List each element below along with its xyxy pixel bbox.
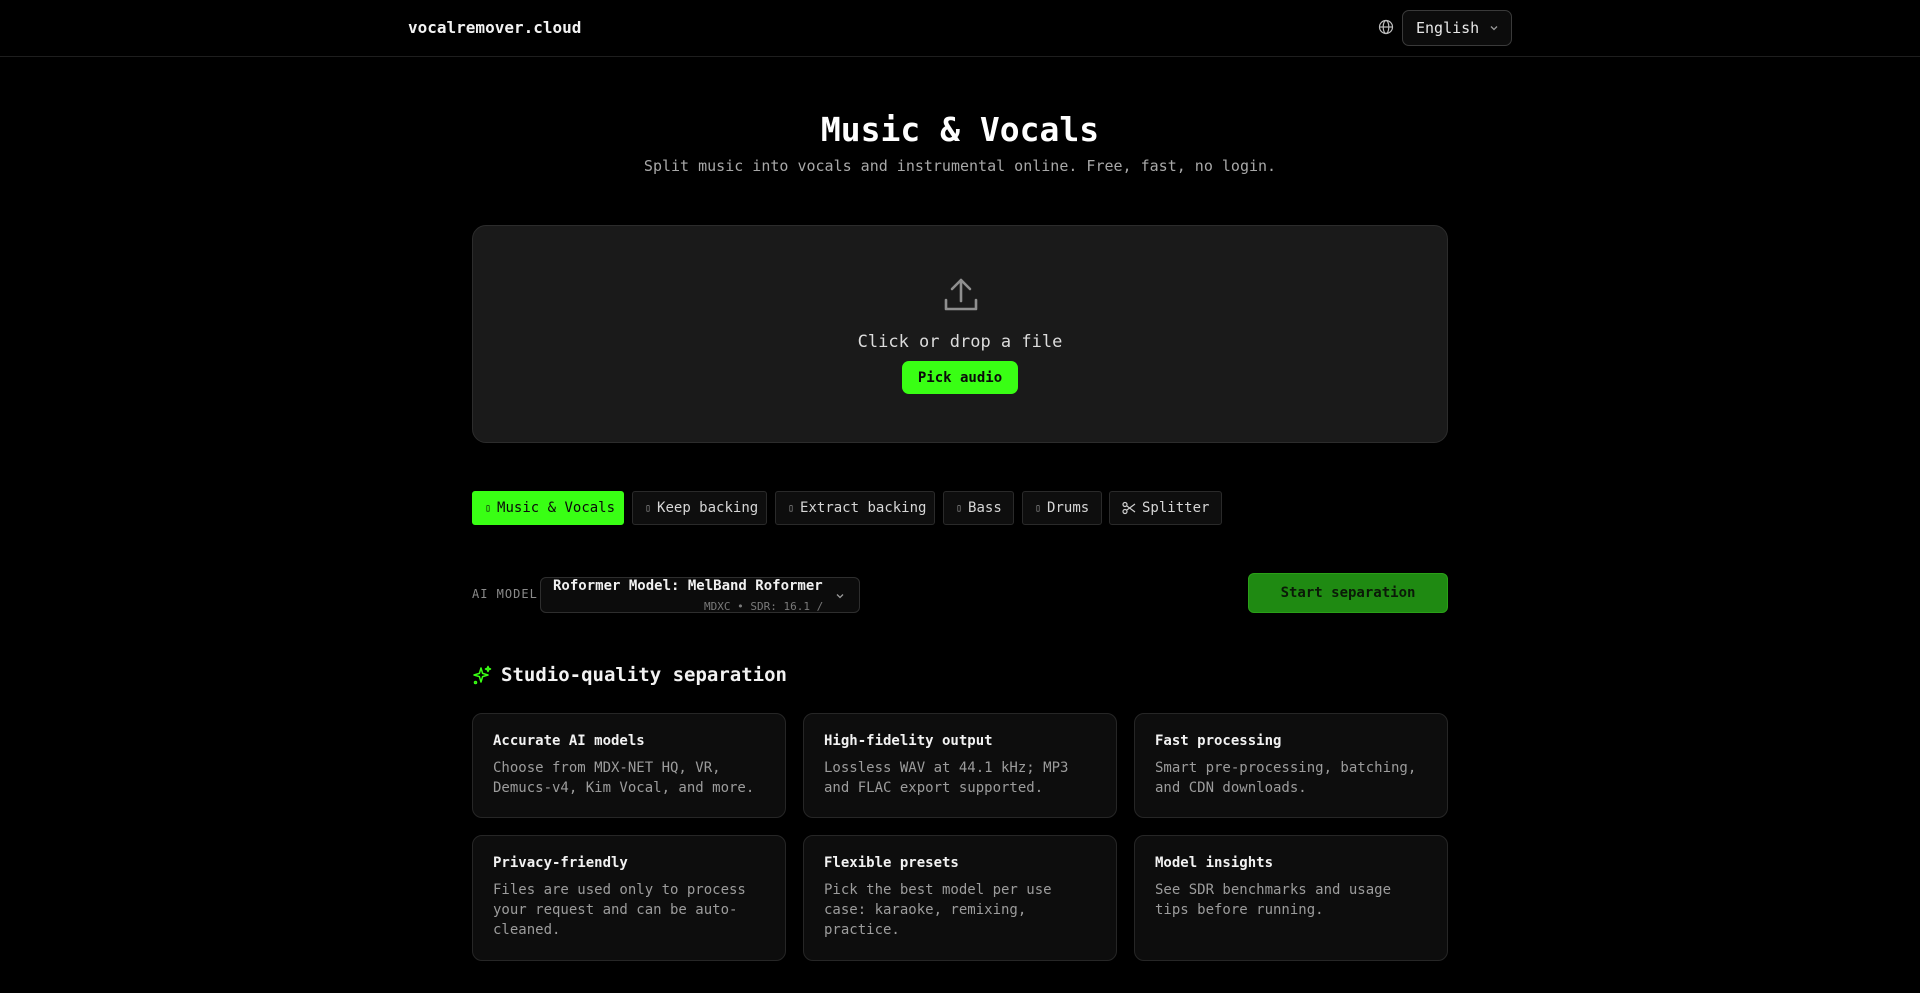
features-heading: Studio-quality separation: [472, 663, 787, 687]
brand-logo-text[interactable]: vocalremover.cloud: [408, 18, 581, 37]
globe-icon: [1378, 19, 1394, 35]
feature-text: Files are used only to process your requ…: [493, 882, 746, 938]
feature-text: See SDR benchmarks and usage tips before…: [1155, 882, 1392, 918]
feature-card: Flexible presets Pick the best model per…: [803, 835, 1117, 961]
feature-card: Model insights See SDR benchmarks and us…: [1134, 835, 1448, 961]
tab-drums[interactable]: ▯ Drums: [1022, 491, 1102, 525]
music-icon: ▯: [645, 502, 652, 514]
feature-card: Accurate AI models Choose from MDX-NET H…: [472, 713, 786, 818]
tab-label: Bass: [968, 500, 1002, 516]
features-title: Studio-quality separation: [501, 664, 787, 686]
ai-model-select[interactable]: Roformer Model: MelBand Roformer MDXC • …: [540, 577, 860, 613]
upload-icon: [944, 278, 978, 311]
feature-text: Lossless WAV at 44.1 kHz; MP3 and FLAC e…: [824, 760, 1069, 796]
feature-title: Fast processing: [1155, 733, 1282, 749]
tab-extract-backing[interactable]: ▯ Extract backing: [775, 491, 935, 525]
sparkles-icon: [473, 665, 492, 684]
tab-splitter[interactable]: Splitter: [1109, 491, 1222, 525]
music-icon: ▯: [1035, 502, 1042, 514]
language-label: English: [1416, 19, 1480, 37]
music-icon: ▯: [956, 502, 963, 514]
feature-title: Accurate AI models: [493, 733, 645, 749]
feature-card: Privacy-friendly Files are used only to …: [472, 835, 786, 961]
tab-label: Keep backing: [657, 500, 759, 516]
music-icon: ▯: [788, 502, 795, 514]
scissors-icon: [1122, 501, 1136, 515]
feature-card: Fast processing Smart pre-processing, ba…: [1134, 713, 1448, 818]
music-icon: ▯: [485, 502, 492, 514]
page-title: Music & Vocals: [820, 110, 1100, 149]
model-name: Roformer Model: MelBand Roformer: [553, 578, 823, 594]
tab-label: Splitter: [1142, 500, 1210, 516]
dropzone-prompt: Click or drop a file: [857, 332, 1063, 352]
tab-label: Drums: [1047, 500, 1090, 516]
file-dropzone[interactable]: Click or drop a file Pick audio: [472, 225, 1448, 443]
feature-title: High-fidelity output: [824, 733, 993, 749]
feature-text: Smart pre-processing, batching, and CDN …: [1155, 760, 1417, 796]
tab-bass[interactable]: ▯ Bass: [943, 491, 1014, 525]
feature-title: Privacy-friendly: [493, 855, 628, 871]
tab-label: Music & Vocals: [497, 500, 616, 516]
language-select[interactable]: English: [1402, 10, 1512, 46]
start-separation-button[interactable]: Start separation: [1248, 573, 1448, 613]
feature-text: Choose from MDX-NET HQ, VR, Demucs-v4, K…: [493, 760, 755, 796]
feature-title: Model insights: [1155, 855, 1274, 871]
chevron-down-icon: [836, 594, 844, 599]
feature-text: Pick the best model per use case: karaok…: [824, 882, 1052, 938]
tab-label: Extract backing: [800, 500, 927, 516]
tab-keep-backing[interactable]: ▯ Keep backing: [632, 491, 767, 525]
ai-model-label: AI MODEL: [472, 587, 538, 601]
page-subtitle: Split music into vocals and instrumental…: [643, 157, 1277, 175]
pick-audio-button[interactable]: Pick audio: [902, 361, 1018, 394]
feature-title: Flexible presets: [824, 855, 959, 871]
model-meta: MDXC • SDR: 16.1 /: [704, 600, 824, 613]
top-bar: vocalremover.cloud English: [0, 0, 1920, 57]
tab-music-vocals[interactable]: ▯ Music & Vocals: [472, 491, 624, 525]
chevron-down-icon: [1490, 26, 1498, 31]
feature-card: High-fidelity output Lossless WAV at 44.…: [803, 713, 1117, 818]
